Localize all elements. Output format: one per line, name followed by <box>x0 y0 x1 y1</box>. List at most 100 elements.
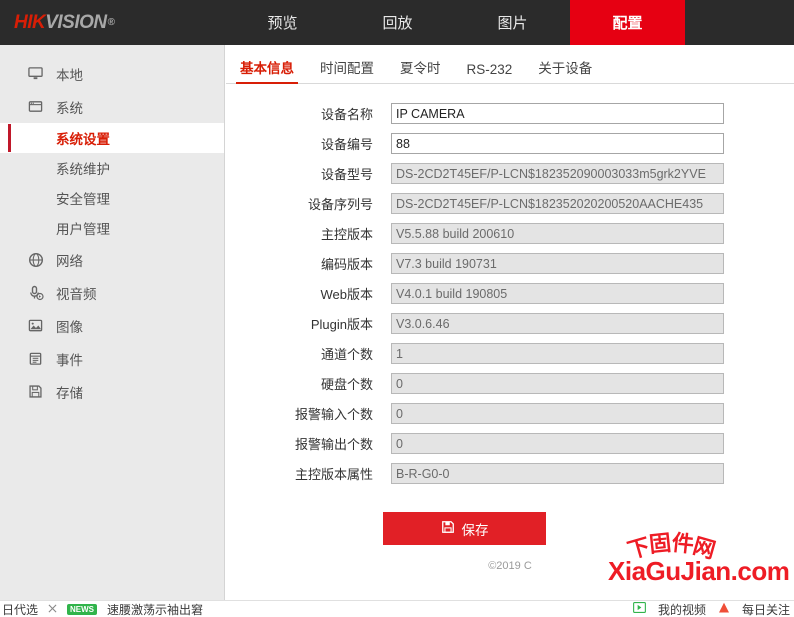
sidebar-item-image[interactable]: 图像 <box>0 309 224 342</box>
field-label: 通道个数 <box>320 346 373 362</box>
sidebar-item-label: 网络 <box>56 253 83 269</box>
picture-icon <box>28 318 56 333</box>
logo-hik-text: HIK <box>14 11 46 33</box>
bottom-left-group: 日代选 NEWS 速腰激荡示袖出窘 <box>0 601 203 617</box>
field-row-serial-number: 设备序列号 DS-2CD2T45EF/P-LCN$182352020200520… <box>226 188 794 218</box>
field-row-device-no: 设备编号 88 <box>226 128 794 158</box>
nav-tab-playback[interactable]: 回放 <box>340 0 455 45</box>
tab-rs232[interactable]: RS-232 <box>467 62 513 83</box>
field-row-device-model: 设备型号 DS-2CD2T45EF/P-LCN$182352090003033m… <box>226 158 794 188</box>
sidebar-item-network[interactable]: 网络 <box>0 243 224 276</box>
window-icon <box>28 99 56 114</box>
sidebar-subitem-label: 系统设置 <box>56 132 110 147</box>
sidebar-item-event[interactable]: 事件 <box>0 342 224 375</box>
device-no-input[interactable]: 88 <box>391 132 724 154</box>
tab-time-settings[interactable]: 时间配置 <box>320 57 374 83</box>
bottom-left-text[interactable]: 日代选 <box>2 601 38 617</box>
sidebar-item-label: 存储 <box>56 385 83 401</box>
monitor-icon <box>28 66 56 81</box>
sidebar-item-audio-video[interactable]: 视音频 <box>0 276 224 309</box>
bottom-right-group: 我的视频 每日关注 <box>633 601 794 617</box>
field-row-alarm-output-count: 报警输出个数 0 <box>226 428 794 458</box>
sidebar-item-system-maintenance[interactable]: 系统维护 <box>0 153 224 183</box>
news-headline-text[interactable]: 速腰激荡示袖出窘 <box>107 601 203 617</box>
field-label: 硬盘个数 <box>320 376 373 392</box>
alarm-output-count-value: 0 <box>391 432 724 454</box>
sidebar-item-label: 系统 <box>56 100 83 116</box>
field-label: 设备型号 <box>320 166 373 182</box>
nav-tab-preview[interactable]: 预览 <box>225 0 340 45</box>
content-bottom-gap <box>226 592 794 600</box>
field-row-plugin-version: Plugin版本 V3.0.6.46 <box>226 308 794 338</box>
sidebar-item-security-management[interactable]: 安全管理 <box>0 183 224 213</box>
plugin-version-value: V3.0.6.46 <box>391 312 724 334</box>
main-content: 基本信息 时间配置 夏令时 RS-232 关于设备 设备名称 IP CAMERA… <box>226 45 794 600</box>
my-video-label[interactable]: 我的视频 <box>658 601 706 617</box>
device-model-value: DS-2CD2T45EF/P-LCN$182352090003033m5grk2… <box>391 162 724 184</box>
sidebar-item-label: 本地 <box>56 67 83 83</box>
sidebar-item-label: 视音频 <box>56 286 97 302</box>
top-header-bar: HIK VISION ® 预览 回放 图片 配置 <box>0 0 794 45</box>
field-label: 设备编号 <box>320 136 373 152</box>
tab-about-device[interactable]: 关于设备 <box>538 57 592 83</box>
field-label: 报警输出个数 <box>294 436 373 452</box>
field-label: 编码版本 <box>320 256 373 272</box>
sidebar-item-system[interactable]: 系统 <box>0 90 224 123</box>
field-row-alarm-input-count: 报警输入个数 0 <box>226 398 794 428</box>
field-row-device-name: 设备名称 IP CAMERA <box>226 98 794 128</box>
nav-tab-configuration[interactable]: 配置 <box>570 0 685 45</box>
sidebar-subitem-label: 安全管理 <box>56 192 110 207</box>
field-row-web-version: Web版本 V4.0.1 build 190805 <box>226 278 794 308</box>
logo-vision-text: VISION <box>45 11 107 33</box>
alarm-input-count-value: 0 <box>391 402 724 424</box>
news-badge: NEWS <box>67 603 98 615</box>
registered-trademark-icon: ® <box>107 17 115 28</box>
field-label: 主控版本属性 <box>294 466 373 482</box>
microphone-icon <box>28 285 56 301</box>
content-tab-bar: 基本信息 时间配置 夏令时 RS-232 关于设备 <box>226 52 794 84</box>
sidebar-item-label: 图像 <box>56 319 83 335</box>
encoding-version-value: V7.3 build 190731 <box>391 252 724 274</box>
sidebar-item-local[interactable]: 本地 <box>0 57 224 90</box>
save-button[interactable]: 保存 <box>383 512 546 545</box>
tab-dst[interactable]: 夏令时 <box>400 57 441 83</box>
sidebar-subitem-label: 用户管理 <box>56 222 110 237</box>
hdd-count-value: 0 <box>391 372 724 394</box>
save-button-wrapper: 保存 <box>226 488 794 545</box>
copyright-text: ©2019 C <box>488 560 532 572</box>
device-info-form: 设备名称 IP CAMERA 设备编号 88 设备型号 DS-2CD2T45EF… <box>226 84 794 545</box>
web-version-value: V4.0.1 build 190805 <box>391 282 724 304</box>
field-label: 报警输入个数 <box>294 406 373 422</box>
daily-focus-label[interactable]: 每日关注 <box>742 601 790 617</box>
calendar-icon <box>28 351 56 366</box>
serial-number-value: DS-2CD2T45EF/P-LCN$182352020200520AACHE4… <box>391 192 724 214</box>
sidebar: 本地 系统 系统设置 系统维护 安全管理 用户管理 网络 视音频 图像 事件 存… <box>0 45 225 600</box>
close-icon[interactable] <box>48 602 57 616</box>
field-label: Plugin版本 <box>310 316 373 332</box>
globe-icon <box>28 252 56 268</box>
field-label: 主控版本 <box>320 226 373 242</box>
firmware-version-value: V5.5.88 build 200610 <box>391 222 724 244</box>
field-row-firmware-attribute: 主控版本属性 B-R-G0-0 <box>226 458 794 488</box>
field-row-channel-count: 通道个数 1 <box>226 338 794 368</box>
field-label: 设备序列号 <box>307 196 373 212</box>
field-label: 设备名称 <box>320 106 373 122</box>
video-icon <box>633 602 646 616</box>
save-button-label: 保存 <box>461 522 489 538</box>
field-row-hdd-count: 硬盘个数 0 <box>226 368 794 398</box>
sidebar-item-user-management[interactable]: 用户管理 <box>0 213 224 243</box>
sidebar-item-system-settings[interactable]: 系统设置 <box>0 123 224 153</box>
nav-tab-picture[interactable]: 图片 <box>455 0 570 45</box>
sidebar-item-label: 事件 <box>56 352 83 368</box>
save-disk-icon <box>28 384 56 399</box>
sidebar-subitem-label: 系统维护 <box>56 162 110 177</box>
hikvision-logo: HIK VISION ® <box>0 0 225 45</box>
main-nav-tabs: 预览 回放 图片 配置 <box>225 0 685 45</box>
field-label: Web版本 <box>320 286 374 302</box>
field-row-encoding-version: 编码版本 V7.3 build 190731 <box>226 248 794 278</box>
tab-basic-info[interactable]: 基本信息 <box>236 57 298 84</box>
channel-count-value: 1 <box>391 342 724 364</box>
flame-icon <box>718 602 730 617</box>
device-name-input[interactable]: IP CAMERA <box>391 102 724 124</box>
sidebar-item-storage[interactable]: 存储 <box>0 375 224 408</box>
